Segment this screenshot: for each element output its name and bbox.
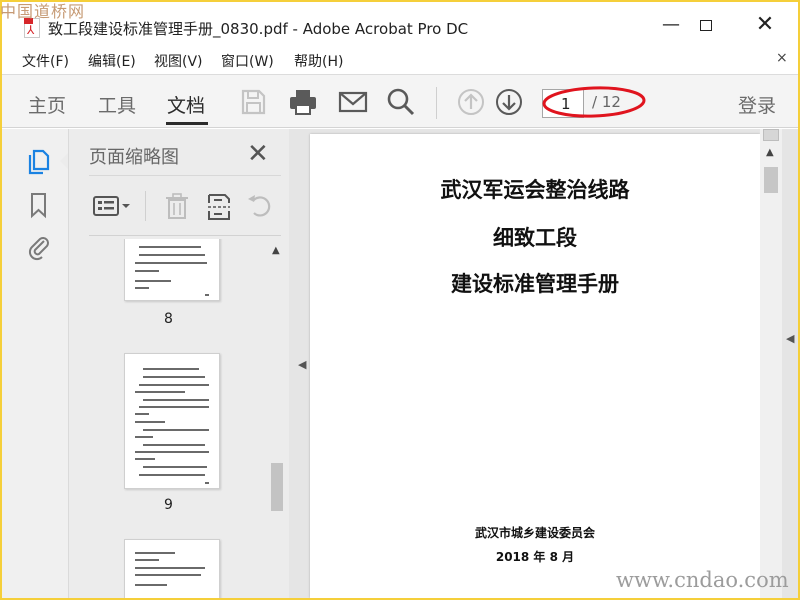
split-page-icon[interactable] [205, 191, 233, 221]
collapse-left-pane-icon[interactable]: ◀ [298, 358, 306, 371]
doc-title-line-1: 武汉军运会整治线路 [440, 178, 630, 202]
toolbar-separator [436, 87, 437, 119]
next-page-icon[interactable] [492, 85, 526, 119]
panel-tool-separator [145, 191, 146, 221]
delete-page-icon[interactable] [163, 191, 191, 221]
thumbnail-page-number: 9 [164, 497, 173, 513]
prev-page-icon[interactable] [454, 85, 488, 119]
acrobat-window: ⅄ 致工段建设标准管理手册_0830.pdf - Adobe Acrobat P… [2, 2, 798, 598]
menu-bar: 文件(F) 编辑(E) 视图(V) 窗口(W) 帮助(H) × [2, 48, 798, 72]
tab-document[interactable]: 文档 [167, 91, 205, 118]
active-tab-indicator [166, 122, 208, 125]
scroll-up-arrow-icon[interactable]: ▲ [272, 245, 280, 256]
panel-divider-2 [89, 235, 281, 236]
email-icon[interactable] [336, 85, 370, 119]
scrollbar-split-handle[interactable] [763, 129, 779, 141]
search-icon[interactable] [384, 85, 418, 119]
menu-window[interactable]: 窗口(W) [221, 51, 274, 71]
watermark-bottom: www.cndao.com [616, 568, 789, 592]
thumbnail-panel: 页面缩略图 ✕ 8 9 ▲ [68, 129, 289, 598]
minimize-button[interactable]: — [656, 12, 686, 38]
navigation-rail [2, 129, 60, 598]
pdf-page: 武汉军运会整治线路 细致工段 建设标准管理手册 武汉市城乡建设委员会 2018 … [310, 134, 760, 598]
menu-edit[interactable]: 编辑(E) [88, 51, 136, 71]
doc-date: 2018 年 8 月 [495, 550, 575, 564]
thumbnail-options-icon[interactable] [91, 191, 133, 221]
page-thumbnails-icon[interactable] [26, 147, 52, 175]
thumbnail-page[interactable] [124, 539, 220, 598]
expand-right-pane-icon[interactable]: ◀ [786, 332, 794, 345]
menu-view[interactable]: 视图(V) [154, 51, 203, 71]
watermark-top: 中国道桥网 [0, 2, 86, 21]
tab-home[interactable]: 主页 [28, 91, 66, 118]
panel-title: 页面缩略图 [89, 147, 179, 168]
thumbnail-page-number: 8 [164, 311, 173, 327]
thumbnail-page[interactable] [124, 239, 220, 301]
thumbnail-list: 8 9 [69, 239, 269, 598]
bookmark-icon[interactable] [26, 191, 52, 219]
thumbnail-page[interactable] [124, 353, 220, 489]
thumbnail-scrollbar[interactable]: ▲ [267, 239, 287, 598]
doc-title-line-3: 建设标准管理手册 [451, 272, 619, 296]
menu-file[interactable]: 文件(F) [22, 51, 69, 71]
scroll-up-arrow-icon[interactable]: ▲ [766, 147, 774, 158]
doc-title-line-2: 细致工段 [493, 226, 577, 250]
signin-link[interactable]: 登录 [738, 91, 776, 118]
attachment-icon[interactable] [26, 233, 52, 261]
title-bar: ⅄ 致工段建设标准管理手册_0830.pdf - Adobe Acrobat P… [2, 2, 798, 48]
menu-help[interactable]: 帮助(H) [294, 51, 343, 71]
print-icon[interactable] [286, 85, 320, 119]
rotate-page-icon[interactable] [245, 191, 275, 221]
tab-tools[interactable]: 工具 [98, 91, 136, 118]
window-title: 致工段建设标准管理手册_0830.pdf - Adobe Acrobat Pro… [48, 20, 469, 38]
close-window-button[interactable]: ✕ [750, 12, 780, 38]
doc-issuer: 武汉市城乡建设委员会 [474, 526, 595, 540]
panel-divider [89, 175, 281, 176]
scrollbar-thumb[interactable] [764, 167, 778, 193]
save-icon[interactable] [236, 85, 270, 119]
panel-close-button[interactable]: ✕ [247, 141, 269, 167]
maximize-icon [700, 20, 712, 31]
main-toolbar: 主页 工具 文档 1 / 12 登录 [2, 74, 798, 128]
close-document-button[interactable]: × [776, 50, 788, 66]
highlight-annotation [542, 86, 646, 118]
document-scrollbar[interactable]: ▲ [760, 129, 782, 598]
scrollbar-thumb[interactable] [271, 463, 283, 511]
maximize-button[interactable] [691, 12, 721, 38]
